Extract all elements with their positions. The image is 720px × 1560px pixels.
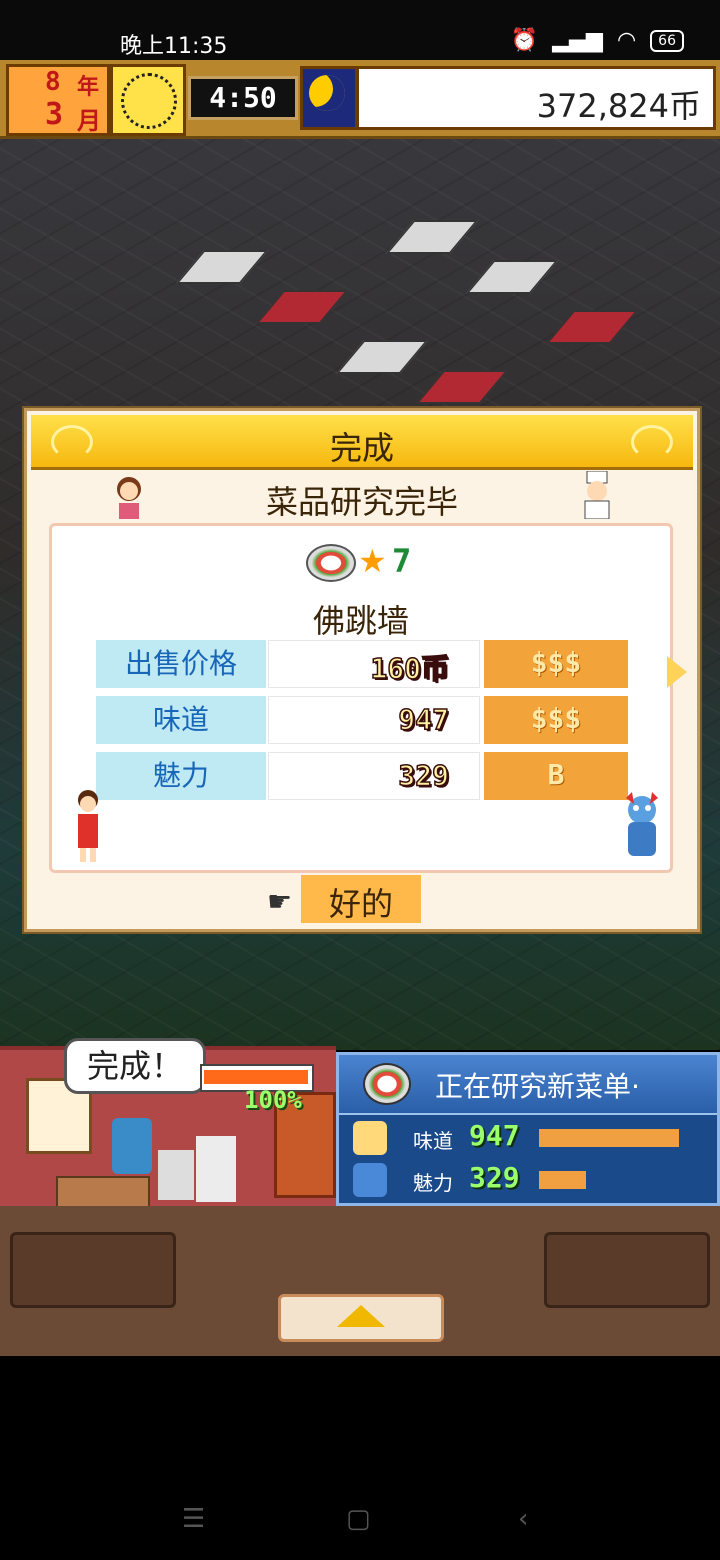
clock-icon [110, 64, 186, 136]
row-label: 出售价格 [96, 640, 266, 688]
clock-face [121, 73, 177, 129]
dining-table-red[interactable] [415, 370, 509, 404]
girl-sprite [68, 788, 108, 868]
cloud-ornament-icon [631, 425, 673, 459]
alarm-icon: ⏰ [510, 28, 539, 53]
research-panel[interactable]: 正在研究新菜单· 味道 947 魅力 329 [336, 1052, 720, 1206]
cook-sprite [112, 1118, 152, 1174]
coin-balance: 372,824币 [536, 87, 701, 125]
research-header: 正在研究新菜单· [339, 1055, 717, 1115]
status-icons: ⏰ ▂▄▆ ◠ 66 [511, 28, 684, 53]
next-arrow-icon[interactable] [667, 656, 687, 688]
up-arrow-icon [337, 1305, 385, 1327]
dining-table-red[interactable] [545, 310, 639, 344]
dining-table[interactable] [465, 260, 559, 294]
dining-table[interactable] [385, 220, 479, 254]
bottom-control-bar [0, 1206, 720, 1356]
stat-row-price: 出售价格 160币 $$$ [96, 640, 628, 688]
year-value: 8 [45, 67, 61, 97]
research-title: 正在研究新菜单· [435, 1070, 640, 1103]
chef-avatar [579, 470, 615, 520]
signal-icon: ▂▄▆ [552, 28, 603, 53]
cooking-pot [196, 1136, 236, 1202]
dish-name: 佛跳墙 [312, 602, 409, 640]
progress-fill [204, 1070, 308, 1084]
progress-label: 100% [244, 1086, 302, 1114]
row-rating: $$$ [530, 702, 582, 735]
stove [158, 1150, 194, 1200]
dining-table[interactable] [335, 340, 429, 374]
moon-icon [309, 75, 345, 111]
ok-label: 好的 [328, 885, 393, 923]
row-value: 329 [398, 758, 450, 793]
month-unit: 月 [77, 107, 101, 135]
dish-info-card: ★ 7 佛跳墙 出售价格 160币 $$$ 味道 947 $$$ 魅力 329 … [49, 523, 673, 873]
row-rating-badge: $$$ [484, 640, 628, 688]
menu-icon[interactable]: ☰ [182, 1504, 205, 1534]
row-rating: B [547, 758, 565, 791]
appeal-icon [353, 1163, 387, 1197]
right-menu-button[interactable] [544, 1232, 710, 1308]
ok-button[interactable]: 好的 [301, 875, 421, 923]
dialog-header: 完成 [31, 415, 693, 470]
speech-bubble: 完成！ [64, 1038, 206, 1094]
row-rating-badge: B [484, 752, 628, 800]
dialog-title: 完成 [329, 429, 394, 467]
row-rating-badge: $$$ [484, 696, 628, 744]
stat-row-appeal: 魅力 329 B [96, 752, 628, 800]
left-menu-button[interactable] [10, 1232, 176, 1308]
dining-table[interactable] [175, 250, 269, 284]
row-value-box: 947 [268, 696, 480, 744]
status-bar: 晚上11:35 ⏰ ▂▄▆ ◠ 66 [0, 0, 720, 60]
stat-value: 947 [469, 1119, 520, 1152]
system-navigation-bar: ☰ ▢ ‹ [0, 1480, 720, 1560]
year-unit: 年 [77, 75, 100, 100]
stat-bar [539, 1171, 586, 1189]
status-time: 晚上11:35 [120, 34, 228, 59]
row-value-box: 329 [268, 752, 480, 800]
taste-icon [353, 1121, 387, 1155]
row-label: 魅力 [96, 752, 266, 800]
stat-value: 329 [469, 1161, 520, 1194]
battery-icon: 66 [650, 29, 684, 52]
research-stat-appeal: 魅力 329 [349, 1161, 715, 1201]
month-value: 3 [45, 97, 64, 132]
stat-bar [539, 1129, 679, 1147]
date-panel[interactable]: 8 年 3 月 [6, 64, 110, 136]
dish-icon [363, 1063, 411, 1105]
dragon-mascot-sprite [618, 792, 666, 866]
row-value: 947 [398, 702, 450, 737]
research-complete-dialog: 完成 菜品研究完毕 ★ 7 佛跳墙 出售价格 160币 $$$ 味道 947 $… [24, 408, 700, 932]
stat-label: 味道 [413, 1129, 453, 1153]
row-rating: $$$ [530, 646, 582, 679]
back-icon[interactable]: ‹ [518, 1504, 528, 1534]
row-value: 160币 [370, 651, 450, 686]
dining-table-red[interactable] [255, 290, 349, 324]
star-icon: ★ [358, 542, 387, 580]
money-panel: 372,824币 [356, 66, 716, 130]
row-label: 味道 [96, 696, 266, 744]
research-stat-taste: 味道 947 [349, 1119, 715, 1159]
wifi-icon: ◠ [616, 28, 637, 53]
expand-menu-button[interactable] [278, 1294, 444, 1342]
stat-label: 魅力 [413, 1171, 453, 1195]
stat-row-taste: 味道 947 $$$ [96, 696, 628, 744]
game-time: 4:50 [188, 76, 298, 120]
dish-icon [306, 544, 356, 582]
row-value-box: 160币 [268, 640, 480, 688]
home-icon[interactable]: ▢ [346, 1504, 371, 1534]
top-hud: 8 年 3 月 4:50 372,824币 [0, 60, 720, 139]
night-indicator [300, 66, 358, 130]
star-level: 7 [392, 542, 412, 580]
pointing-hand-icon: ☛ [267, 885, 293, 918]
